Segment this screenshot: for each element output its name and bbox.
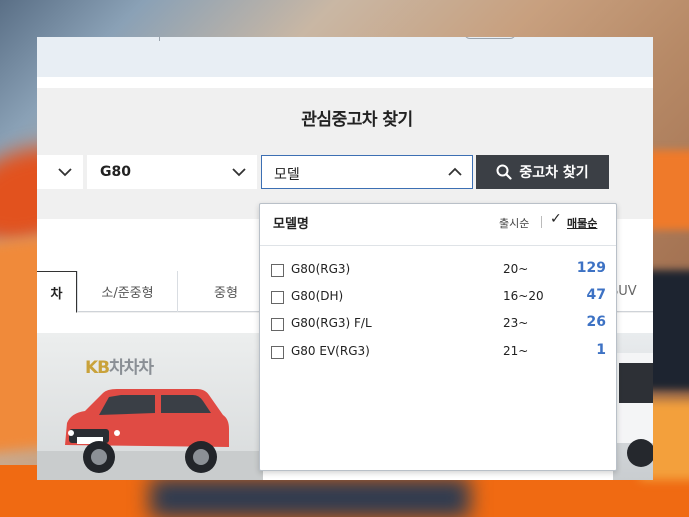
detail-model-select-value: 모델 (274, 167, 300, 183)
detail-model-select[interactable]: 모델 (261, 155, 473, 189)
model-option-count: 26 (586, 314, 606, 330)
dropdown-header: 모델명 출시순 ✓ 매물순 (260, 204, 616, 246)
tab-label: 소/준중형 (101, 286, 154, 301)
decor-streak (150, 478, 470, 517)
find-used-car-label: 중고차 찾기 (519, 165, 589, 181)
model-option[interactable]: G80(RG3) 20~ 129 (260, 256, 616, 283)
car-photo (613, 353, 653, 467)
model-select[interactable]: G80 (87, 155, 257, 189)
model-option-count: 1 (596, 342, 606, 358)
model-option[interactable]: G80(RG3) F/L 23~ 26 (260, 310, 616, 337)
tab-small-compact[interactable]: 소/준중형 (77, 271, 177, 312)
checkbox[interactable] (271, 346, 284, 359)
sort-by-listing[interactable]: 매물순 (567, 215, 597, 231)
spacer (37, 77, 653, 88)
model-option-name: G80(RG3) (291, 262, 351, 276)
maker-select[interactable] (37, 155, 83, 189)
checkbox[interactable] (271, 291, 284, 304)
find-used-car-button[interactable]: 중고차 찾기 (476, 155, 609, 189)
model-option-years: 20~ (503, 262, 529, 276)
page-title: 관심중고차 찾기 (301, 110, 413, 130)
model-option[interactable]: G80(DH) 16~20 47 (260, 283, 616, 310)
chevron-up-icon (448, 167, 462, 176)
model-option-years: 21~ (503, 344, 529, 358)
chevron-down-icon (58, 168, 72, 177)
tab-all[interactable]: 차 (37, 271, 77, 313)
sort-by-release[interactable]: 출시순 (499, 215, 529, 231)
decor-streak (648, 150, 689, 230)
model-option-name: G80(RG3) F/L (291, 316, 372, 330)
model-dropdown: 모델명 출시순 ✓ 매물순 G80(RG3) 20~ 129 G80(DH) 1… (259, 203, 617, 471)
header-divider (159, 37, 160, 41)
checkbox[interactable] (271, 264, 284, 277)
car-photo (37, 389, 263, 480)
model-option-count: 47 (586, 287, 606, 303)
tab-label: 차 (50, 286, 63, 302)
tab-label: 중형 (214, 286, 238, 301)
check-icon: ✓ (550, 211, 562, 227)
car-card[interactable]: KB차차차 (37, 333, 263, 480)
dropdown-title: 모델명 (273, 217, 309, 232)
model-option-years: 16~20 (503, 289, 544, 303)
model-select-value: G80 (100, 164, 131, 180)
header-band (37, 37, 653, 77)
search-icon (496, 164, 512, 180)
model-option-count: 129 (576, 260, 606, 276)
model-option-name: G80 EV(RG3) (291, 344, 370, 358)
model-option[interactable]: G80 EV(RG3) 21~ 1 (260, 338, 616, 365)
model-option-name: G80(DH) (291, 289, 344, 303)
model-option-years: 23~ (503, 316, 529, 330)
header-pill-button[interactable] (464, 37, 516, 39)
car-card[interactable] (613, 333, 653, 480)
checkbox[interactable] (271, 318, 284, 331)
chevron-down-icon (232, 168, 246, 177)
sort-divider (541, 216, 542, 228)
